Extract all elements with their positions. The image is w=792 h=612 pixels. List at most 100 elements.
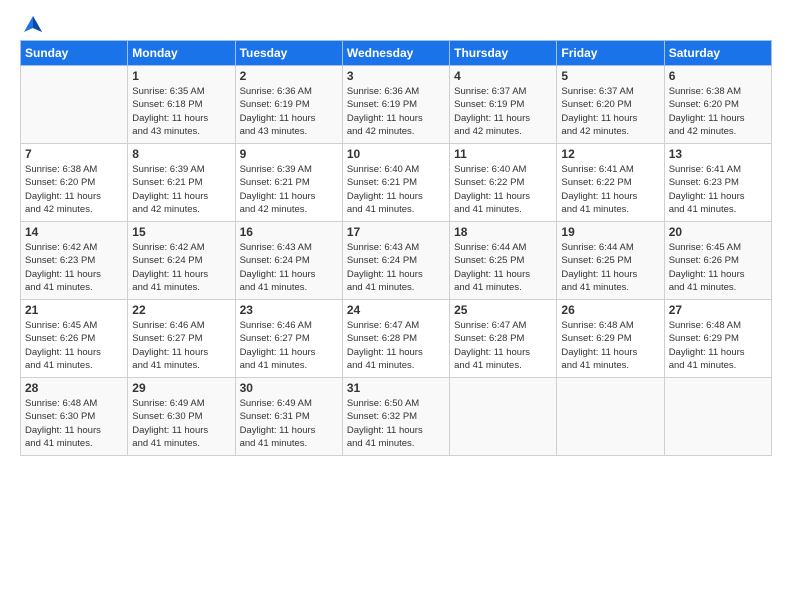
day-info: Sunrise: 6:37 AM Sunset: 6:20 PM Dayligh… (561, 85, 659, 138)
calendar-cell: 3 Sunrise: 6:36 AM Sunset: 6:19 PM Daylig… (342, 66, 449, 144)
calendar-cell: 29Sunrise: 6:49 AM Sunset: 6:30 PM Dayli… (128, 378, 235, 456)
calendar-cell: 23 Sunrise: 6:46 AM Sunset: 6:27 PM Dayli… (235, 300, 342, 378)
calendar-cell: 15Sunrise: 6:42 AM Sunset: 6:24 PM Dayli… (128, 222, 235, 300)
calendar-cell: 31 Sunrise: 6:50 AM Sunset: 6:32 PM Dayli… (342, 378, 449, 456)
calendar-cell (664, 378, 771, 456)
day-number: 25 (454, 303, 552, 317)
calendar-cell: 5 Sunrise: 6:37 AM Sunset: 6:20 PM Daylig… (557, 66, 664, 144)
day-number: 15 (132, 225, 230, 239)
day-info: Sunrise: 6:49 AM Sunset: 6:30 PM Dayligh… (132, 397, 230, 450)
day-info: Sunrise: 6:36 AM Sunset: 6:19 PM Dayligh… (240, 85, 338, 138)
calendar-cell: 13 Sunrise: 6:41 AM Sunset: 6:23 PM Dayli… (664, 144, 771, 222)
day-info: Sunrise: 6:50 AM Sunset: 6:32 PM Dayligh… (347, 397, 445, 450)
calendar-cell (557, 378, 664, 456)
weekday-tuesday: Tuesday (235, 41, 342, 66)
calendar-week-2: 7Sunrise: 6:38 AM Sunset: 6:20 PM Daylig… (21, 144, 772, 222)
calendar-cell: 17Sunrise: 6:43 AM Sunset: 6:24 PM Dayli… (342, 222, 449, 300)
day-number: 26 (561, 303, 659, 317)
day-number: 13 (669, 147, 767, 161)
day-info: Sunrise: 6:48 AM Sunset: 6:30 PM Dayligh… (25, 397, 123, 450)
calendar-week-1: 1 Sunrise: 6:35 AM Sunset: 6:18 PM Daylig… (21, 66, 772, 144)
day-info: Sunrise: 6:47 AM Sunset: 6:28 PM Dayligh… (347, 319, 445, 372)
calendar-cell: 16Sunrise: 6:43 AM Sunset: 6:24 PM Dayli… (235, 222, 342, 300)
weekday-sunday: Sunday (21, 41, 128, 66)
day-number: 31 (347, 381, 445, 395)
day-info: Sunrise: 6:46 AM Sunset: 6:27 PM Dayligh… (240, 319, 338, 372)
calendar-week-3: 14 Sunrise: 6:42 AM Sunset: 6:23 PM Dayli… (21, 222, 772, 300)
calendar-cell: 8 Sunrise: 6:39 AM Sunset: 6:21 PM Daylig… (128, 144, 235, 222)
calendar-week-5: 28Sunrise: 6:48 AM Sunset: 6:30 PM Dayli… (21, 378, 772, 456)
calendar-cell: 25 Sunrise: 6:47 AM Sunset: 6:28 PM Dayli… (450, 300, 557, 378)
day-info: Sunrise: 6:43 AM Sunset: 6:24 PM Dayligh… (347, 241, 445, 294)
day-number: 8 (132, 147, 230, 161)
day-number: 18 (454, 225, 552, 239)
calendar-cell: 26 Sunrise: 6:48 AM Sunset: 6:29 PM Dayli… (557, 300, 664, 378)
day-number: 19 (561, 225, 659, 239)
day-info: Sunrise: 6:37 AM Sunset: 6:19 PM Dayligh… (454, 85, 552, 138)
day-info: Sunrise: 6:42 AM Sunset: 6:23 PM Dayligh… (25, 241, 123, 294)
day-info: Sunrise: 6:39 AM Sunset: 6:21 PM Dayligh… (132, 163, 230, 216)
day-info: Sunrise: 6:38 AM Sunset: 6:20 PM Dayligh… (669, 85, 767, 138)
weekday-saturday: Saturday (664, 41, 771, 66)
logo-icon (22, 14, 44, 36)
calendar-cell: 18 Sunrise: 6:44 AM Sunset: 6:25 PM Dayli… (450, 222, 557, 300)
day-info: Sunrise: 6:49 AM Sunset: 6:31 PM Dayligh… (240, 397, 338, 450)
day-info: Sunrise: 6:44 AM Sunset: 6:25 PM Dayligh… (561, 241, 659, 294)
day-number: 9 (240, 147, 338, 161)
weekday-wednesday: Wednesday (342, 41, 449, 66)
calendar-week-4: 21 Sunrise: 6:45 AM Sunset: 6:26 PM Dayli… (21, 300, 772, 378)
header (20, 18, 772, 32)
day-info: Sunrise: 6:45 AM Sunset: 6:26 PM Dayligh… (669, 241, 767, 294)
day-number: 23 (240, 303, 338, 317)
day-info: Sunrise: 6:35 AM Sunset: 6:18 PM Dayligh… (132, 85, 230, 138)
day-number: 20 (669, 225, 767, 239)
calendar-cell: 9 Sunrise: 6:39 AM Sunset: 6:21 PM Daylig… (235, 144, 342, 222)
day-info: Sunrise: 6:39 AM Sunset: 6:21 PM Dayligh… (240, 163, 338, 216)
calendar-cell: 6 Sunrise: 6:38 AM Sunset: 6:20 PM Daylig… (664, 66, 771, 144)
calendar-cell: 27 Sunrise: 6:48 AM Sunset: 6:29 PM Dayli… (664, 300, 771, 378)
weekday-monday: Monday (128, 41, 235, 66)
logo (20, 18, 44, 32)
day-info: Sunrise: 6:46 AM Sunset: 6:27 PM Dayligh… (132, 319, 230, 372)
day-info: Sunrise: 6:43 AM Sunset: 6:24 PM Dayligh… (240, 241, 338, 294)
day-number: 11 (454, 147, 552, 161)
day-number: 6 (669, 69, 767, 83)
day-number: 12 (561, 147, 659, 161)
calendar-cell: 24 Sunrise: 6:47 AM Sunset: 6:28 PM Dayli… (342, 300, 449, 378)
calendar-cell: 11 Sunrise: 6:40 AM Sunset: 6:22 PM Dayli… (450, 144, 557, 222)
weekday-friday: Friday (557, 41, 664, 66)
calendar-cell: 12 Sunrise: 6:41 AM Sunset: 6:22 PM Dayli… (557, 144, 664, 222)
day-info: Sunrise: 6:47 AM Sunset: 6:28 PM Dayligh… (454, 319, 552, 372)
calendar-cell: 19 Sunrise: 6:44 AM Sunset: 6:25 PM Dayli… (557, 222, 664, 300)
day-info: Sunrise: 6:48 AM Sunset: 6:29 PM Dayligh… (561, 319, 659, 372)
calendar-cell: 20 Sunrise: 6:45 AM Sunset: 6:26 PM Dayli… (664, 222, 771, 300)
day-number: 1 (132, 69, 230, 83)
day-info: Sunrise: 6:40 AM Sunset: 6:21 PM Dayligh… (347, 163, 445, 216)
day-info: Sunrise: 6:48 AM Sunset: 6:29 PM Dayligh… (669, 319, 767, 372)
day-info: Sunrise: 6:38 AM Sunset: 6:20 PM Dayligh… (25, 163, 123, 216)
calendar-cell: 28Sunrise: 6:48 AM Sunset: 6:30 PM Dayli… (21, 378, 128, 456)
day-number: 3 (347, 69, 445, 83)
day-number: 5 (561, 69, 659, 83)
day-info: Sunrise: 6:45 AM Sunset: 6:26 PM Dayligh… (25, 319, 123, 372)
day-info: Sunrise: 6:41 AM Sunset: 6:22 PM Dayligh… (561, 163, 659, 216)
calendar-body: 1 Sunrise: 6:35 AM Sunset: 6:18 PM Daylig… (21, 66, 772, 456)
day-info: Sunrise: 6:44 AM Sunset: 6:25 PM Dayligh… (454, 241, 552, 294)
calendar-cell (450, 378, 557, 456)
calendar-cell: 21 Sunrise: 6:45 AM Sunset: 6:26 PM Dayli… (21, 300, 128, 378)
day-number: 22 (132, 303, 230, 317)
day-info: Sunrise: 6:40 AM Sunset: 6:22 PM Dayligh… (454, 163, 552, 216)
day-info: Sunrise: 6:41 AM Sunset: 6:23 PM Dayligh… (669, 163, 767, 216)
day-number: 21 (25, 303, 123, 317)
weekday-header-row: SundayMondayTuesdayWednesdayThursdayFrid… (21, 41, 772, 66)
day-number: 24 (347, 303, 445, 317)
day-number: 2 (240, 69, 338, 83)
calendar-cell (21, 66, 128, 144)
calendar-cell: 1 Sunrise: 6:35 AM Sunset: 6:18 PM Daylig… (128, 66, 235, 144)
calendar-table: SundayMondayTuesdayWednesdayThursdayFrid… (20, 40, 772, 456)
day-number: 14 (25, 225, 123, 239)
day-info: Sunrise: 6:36 AM Sunset: 6:19 PM Dayligh… (347, 85, 445, 138)
page: SundayMondayTuesdayWednesdayThursdayFrid… (0, 0, 792, 612)
day-number: 27 (669, 303, 767, 317)
calendar-cell: 14 Sunrise: 6:42 AM Sunset: 6:23 PM Dayli… (21, 222, 128, 300)
